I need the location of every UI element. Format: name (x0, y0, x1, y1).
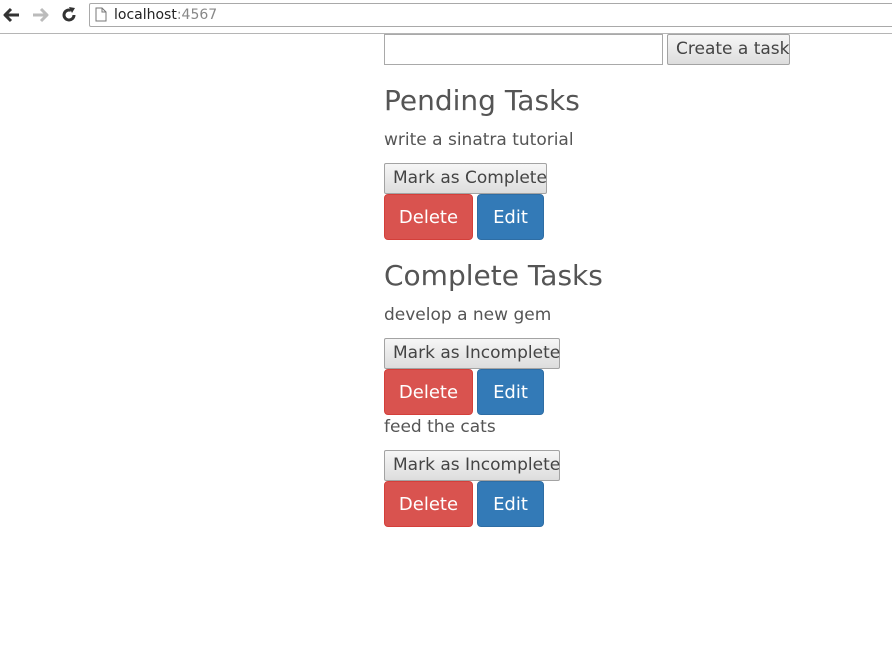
mark-incomplete-button[interactable]: Mark as Incomplete (384, 450, 560, 481)
browser-toolbar: localhost:4567 (0, 0, 892, 34)
url-text: localhost:4567 (114, 7, 217, 23)
pending-tasks-heading: Pending Tasks (384, 84, 580, 117)
task-text: write a sinatra tutorial (384, 130, 574, 150)
reload-icon[interactable] (59, 5, 79, 25)
complete-tasks-heading: Complete Tasks (384, 259, 603, 292)
create-task-button[interactable]: Create a task (667, 34, 790, 65)
task-text: feed the cats (384, 417, 496, 437)
url-port: :4567 (176, 7, 218, 23)
delete-button[interactable]: Delete (384, 369, 473, 415)
new-task-input[interactable] (384, 34, 663, 65)
edit-button[interactable]: Edit (477, 369, 544, 415)
address-bar[interactable]: localhost:4567 (89, 3, 892, 27)
back-arrow-icon[interactable] (2, 5, 22, 25)
url-host: localhost (114, 7, 177, 23)
edit-button[interactable]: Edit (477, 481, 544, 527)
page-icon (95, 7, 107, 26)
delete-button[interactable]: Delete (384, 194, 473, 240)
task-text: develop a new gem (384, 305, 552, 325)
forward-arrow-icon[interactable] (30, 5, 50, 25)
edit-button[interactable]: Edit (477, 194, 544, 240)
mark-incomplete-button[interactable]: Mark as Incomplete (384, 338, 560, 369)
mark-complete-button[interactable]: Mark as Complete (384, 163, 547, 194)
delete-button[interactable]: Delete (384, 481, 473, 527)
